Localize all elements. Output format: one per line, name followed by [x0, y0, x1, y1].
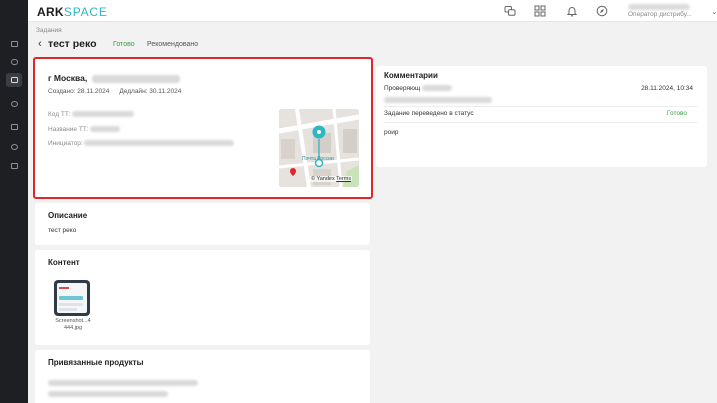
logo-part2: SPACE	[63, 5, 108, 19]
deadline-date: Дедлайн: 30.11.2024	[119, 88, 182, 95]
product-redacted-1	[48, 380, 198, 386]
file-name-line2: 444.jpg	[63, 325, 83, 332]
description-heading: Описание	[48, 211, 88, 220]
comments-card: Комментарии Проверяющ 28.11.2024, 10:34 …	[376, 66, 707, 167]
content-card: Контент Screenshot...4 444.jpg	[35, 250, 370, 345]
storage-icon[interactable]	[6, 55, 22, 69]
map-terms-link[interactable]: Terms	[336, 176, 351, 182]
linked-products-card: Привязанные продукты	[35, 350, 370, 403]
app-logo[interactable]: ARKSPACE	[37, 5, 108, 19]
apps-grid-icon[interactable]	[533, 4, 547, 18]
chat-icon[interactable]	[503, 4, 517, 18]
calendar-icon[interactable]	[6, 159, 22, 173]
clock-icon[interactable]	[6, 97, 22, 111]
chevron-down-icon[interactable]: ⌄	[711, 7, 717, 16]
task-address: г Москва,	[48, 73, 180, 83]
logo-part1: ARK	[37, 5, 64, 19]
user-role: Оператор дистрибу...	[628, 11, 692, 18]
task-details-card: г Москва, Создано: 28.11.2024 Дедлайн: 30…	[33, 57, 373, 199]
field-initiator: Инициатор:	[48, 140, 235, 147]
tasks-icon[interactable]	[6, 37, 22, 51]
yandex-provider: © Yandex	[311, 176, 335, 182]
page-title: тест реко	[48, 38, 97, 50]
comment-author-name: Проверяющ	[384, 85, 421, 92]
location-map[interactable]: Почта России © Yandex Terms	[279, 109, 359, 187]
status-recommended-tab[interactable]: Рекомендовано	[147, 41, 198, 48]
comments-heading: Комментарии	[384, 71, 438, 80]
created-date: Создано: 28.11.2024	[48, 88, 110, 95]
layout-icon[interactable]	[6, 73, 22, 87]
map-attribution: © Yandex Terms	[310, 176, 353, 182]
file-name[interactable]: Screenshot...4 444.jpg	[50, 318, 96, 333]
breadcrumb[interactable]: Задания	[36, 27, 62, 34]
bell-icon[interactable]	[565, 4, 579, 18]
comments-divider	[384, 106, 697, 107]
field-name: Название ТТ:	[48, 126, 121, 133]
author-redacted	[422, 85, 452, 92]
compass-icon[interactable]	[595, 4, 609, 18]
screenshot-thumbnail[interactable]	[54, 280, 90, 316]
field-initiator-redacted	[84, 140, 235, 147]
description-text: тест реко	[48, 227, 77, 234]
chart-icon[interactable]	[6, 120, 22, 134]
back-arrow-icon[interactable]: ‹	[38, 38, 42, 50]
file-name-line1: Screenshot...4	[55, 318, 91, 324]
content-heading: Контент	[48, 258, 80, 267]
address-redacted	[91, 74, 180, 83]
settings-icon[interactable]	[6, 140, 22, 154]
status-done-tab[interactable]: Готово	[113, 41, 135, 48]
linked-products-heading: Привязанные продукты	[48, 358, 144, 367]
comment-datetime: 28.11.2024, 10:34	[641, 85, 693, 92]
comment-event-status: Готово	[666, 110, 687, 117]
user-name-redacted	[628, 4, 690, 10]
task-dates: Создано: 28.11.2024 Дедлайн: 30.11.2024	[48, 88, 181, 95]
comment-line-redacted	[384, 97, 492, 103]
user-menu[interactable]: Оператор дистрибу... ⌄	[628, 1, 717, 21]
comment-event: Задание переведено в статус	[384, 110, 474, 117]
comment-author: Проверяющ	[384, 85, 452, 92]
comment-message: роир	[384, 129, 399, 136]
field-code-redacted	[72, 111, 135, 118]
map-poi-label: Почта России	[302, 156, 334, 162]
field-code-label: Код ТТ:	[48, 111, 71, 118]
field-initiator-label: Инициатор:	[48, 140, 83, 147]
field-name-label: Название ТТ:	[48, 126, 89, 133]
field-code: Код ТТ:	[48, 111, 135, 118]
comments-divider-2	[384, 122, 697, 123]
description-card: Описание тест реко	[35, 203, 370, 245]
address-prefix: г Москва,	[48, 73, 88, 83]
sidebar	[0, 0, 28, 403]
product-redacted-2	[48, 391, 168, 397]
field-name-redacted	[90, 126, 121, 133]
top-bar: ARKSPACE Оператор дистрибу... ⌄	[28, 0, 717, 22]
